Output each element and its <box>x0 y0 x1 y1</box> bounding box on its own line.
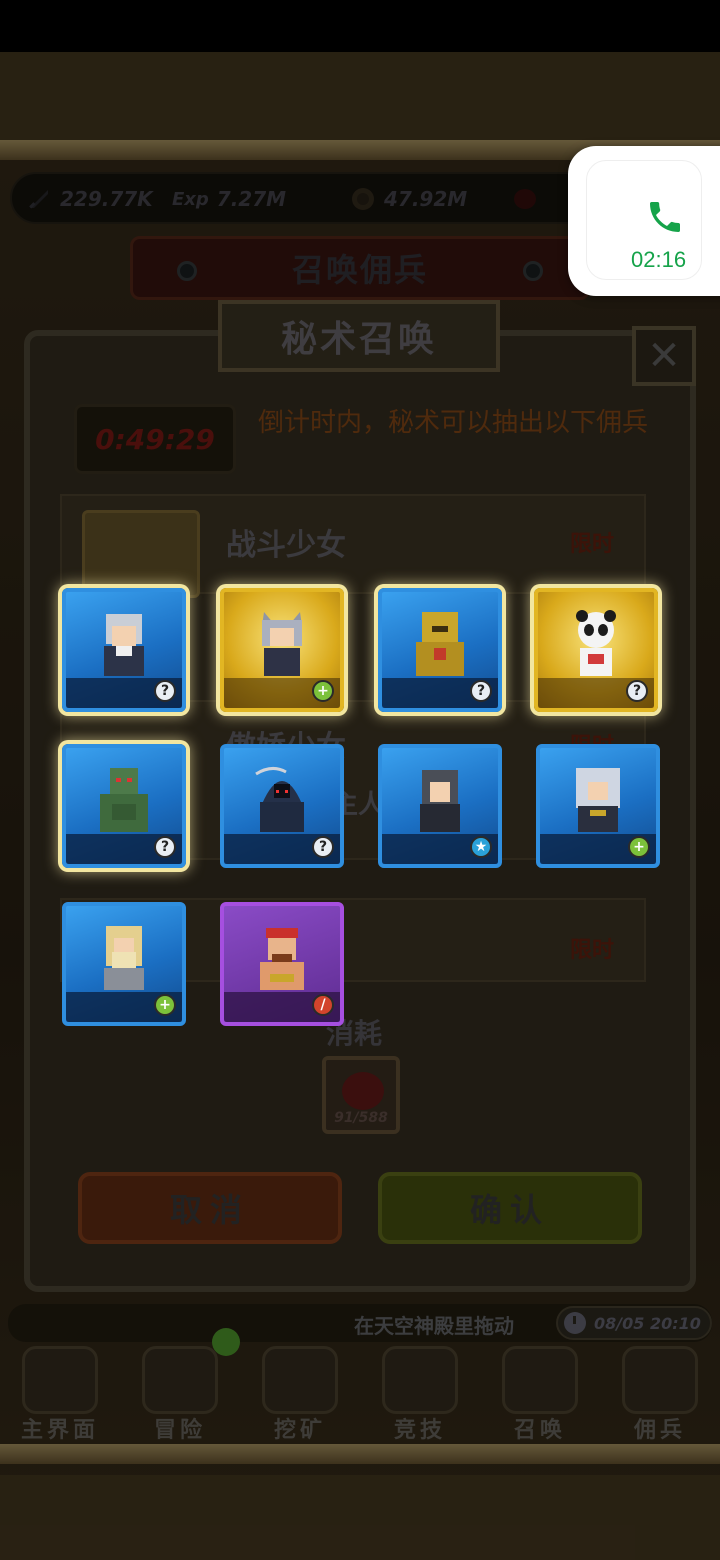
plus-badge-icon: + <box>312 680 334 702</box>
datetime-pill: 08/05 20:10 <box>556 1306 712 1340</box>
status-bar <box>0 0 720 52</box>
nav-arena[interactable]: 竞技 <box>360 1340 480 1444</box>
question-badge-icon: ? <box>312 836 334 858</box>
close-button[interactable]: ✕ <box>632 326 696 386</box>
green-robot-sprite <box>100 768 148 832</box>
question-badge-icon: ? <box>154 836 176 858</box>
ongoing-call-widget[interactable]: 02:16 <box>568 146 720 296</box>
call-card: 02:16 <box>586 160 702 280</box>
map-scroll-icon <box>22 1346 98 1414</box>
nav-mercenary[interactable]: 佣兵 <box>600 1340 720 1444</box>
hint-text: 在天空神殿里拖动 <box>354 1314 514 1338</box>
bandana-warrior-sprite <box>260 928 304 990</box>
bearded-sage-sprite <box>104 926 144 990</box>
hero-card-white-haired-elder[interactable]: + <box>536 744 660 868</box>
hero-card-golden-armor-knight[interactable]: ? <box>378 588 502 712</box>
silver-haired-swordsman-sprite <box>104 614 144 676</box>
nav-main[interactable]: 主界面 <box>0 1340 120 1444</box>
nav-label: 冒险 <box>153 1418 206 1443</box>
close-icon: ✕ <box>647 333 681 379</box>
sword-badge-icon: / <box>312 994 334 1016</box>
hero-card-green-robot[interactable]: ? <box>62 744 186 868</box>
white-haired-elder-sprite <box>576 768 620 832</box>
call-duration: 02:16 <box>631 247 687 272</box>
hero-card-bandana-warrior[interactable]: / <box>220 902 344 1026</box>
row-tag: 限时 <box>570 532 615 557</box>
bottom-nav: 主界面 冒险 挖矿 竞技 召唤 佣兵 <box>0 1340 720 1444</box>
list-row: 战斗少女 限时 <box>60 494 646 598</box>
nav-adventure[interactable]: 冒险 <box>120 1340 240 1444</box>
question-badge-icon: ? <box>470 680 492 702</box>
island-icon <box>142 1346 218 1414</box>
countdown-timer: 0:49:29 <box>74 404 236 474</box>
row-name: 战斗少女 <box>226 528 346 563</box>
plus-badge-icon: + <box>628 836 650 858</box>
question-badge-icon: ? <box>626 680 648 702</box>
nav-label: 竞技 <box>393 1418 446 1443</box>
row-tag: 限时 <box>570 938 615 963</box>
summon-scroll-icon <box>502 1346 578 1414</box>
golden-armor-knight-sprite <box>416 612 464 676</box>
cost-count: 91/588 <box>334 1110 388 1126</box>
cat-eared-girl-sprite <box>262 612 302 676</box>
nav-mining[interactable]: 挖矿 <box>240 1340 360 1444</box>
nav-label: 召唤 <box>513 1418 566 1443</box>
countdown-tip: 倒计时内，秘术可以抽出以下佣兵 <box>258 408 649 438</box>
hero-card-bearded-sage[interactable]: + <box>62 902 186 1026</box>
row-portrait <box>82 510 200 598</box>
hero-card-dark-haired-swordsman[interactable]: ★ <box>378 744 502 868</box>
star-badge-icon: ★ <box>470 836 492 858</box>
tent-icon <box>622 1346 698 1414</box>
hero-card-hooded-reaper[interactable]: ? <box>220 744 344 868</box>
hooded-reaper-sprite <box>255 767 304 832</box>
nav-label: 主界面 <box>20 1418 99 1443</box>
hero-card-silver-haired-swordsman[interactable]: ? <box>62 588 186 712</box>
cost-item: 91/588 <box>322 1056 400 1134</box>
panda-sprite <box>576 610 616 676</box>
dark-haired-swordsman-sprite <box>420 770 460 832</box>
cancel-button[interactable]: 取消 <box>78 1172 342 1244</box>
confirm-button[interactable]: 确认 <box>378 1172 642 1244</box>
crossed-swords-icon <box>382 1346 458 1414</box>
question-badge-icon: ? <box>154 680 176 702</box>
popup-title: 秘术召唤 <box>280 319 437 360</box>
nav-label: 挖矿 <box>273 1418 326 1443</box>
pickaxe-icon <box>262 1346 338 1414</box>
popup-title-plate: 秘术召唤 <box>218 300 500 372</box>
clock-icon <box>564 1312 586 1334</box>
hero-card-panda[interactable]: ? <box>534 588 658 712</box>
nav-label: 佣兵 <box>633 1418 686 1443</box>
phone-icon <box>650 202 680 232</box>
hero-card-cat-eared-girl[interactable]: + <box>220 588 344 712</box>
plus-badge-icon: + <box>154 994 176 1016</box>
nav-summon[interactable]: 召唤 <box>480 1340 600 1444</box>
datetime-text: 08/05 20:10 <box>594 1313 701 1333</box>
meat-icon <box>342 1072 384 1110</box>
